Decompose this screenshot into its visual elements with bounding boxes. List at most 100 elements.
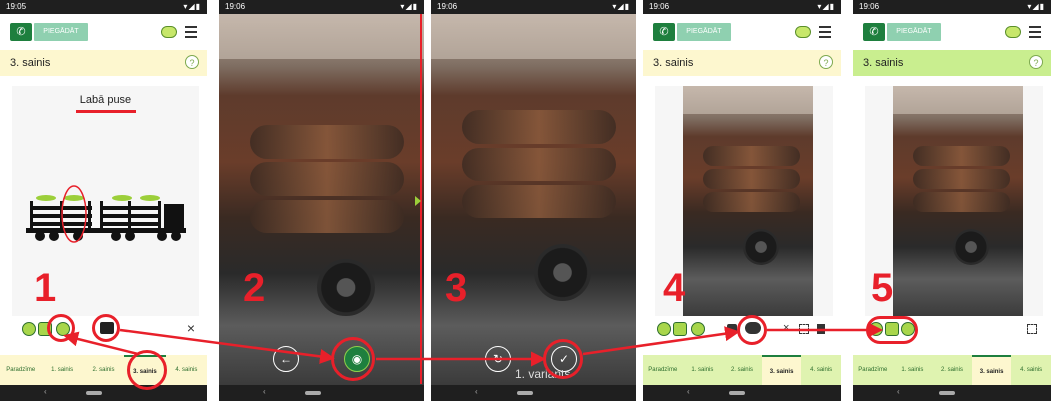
status-time: 19:06 <box>437 2 458 11</box>
app-bar: ✆ PIEGĀDĀT <box>643 14 841 50</box>
tab-sainis-2[interactable]: 2. sainis <box>722 355 762 385</box>
captured-photo <box>893 86 1023 316</box>
front-view-icon[interactable] <box>22 322 36 336</box>
signal-icon: ▾◢▮ <box>400 2 418 11</box>
page-title: 3. sainis <box>863 57 904 69</box>
highlight-rear-view <box>47 314 75 342</box>
frame-edge-indicator <box>415 196 421 206</box>
signal-icon: ▾◢▮ <box>612 2 630 11</box>
nav-bar: ‹ <box>643 385 841 401</box>
refresh-icon: ↻ <box>492 352 504 366</box>
tab-sainis-1[interactable]: 1. sainis <box>41 355 82 385</box>
deliver-button[interactable]: PIEGĀDĀT <box>677 23 731 41</box>
camera-icon[interactable] <box>727 324 737 333</box>
expand-icon[interactable] <box>1027 324 1037 334</box>
step-number: 1 <box>34 266 57 310</box>
captured-photo <box>683 86 813 316</box>
cloud-icon[interactable] <box>1005 26 1021 38</box>
nav-home-icon[interactable] <box>939 391 955 395</box>
menu-icon[interactable] <box>185 26 197 38</box>
phone-call-button[interactable]: ✆ <box>10 23 32 41</box>
tab-sainis-4[interactable]: 4. sainis <box>801 355 841 385</box>
retake-button[interactable]: ↻ <box>485 346 511 372</box>
app-bar: ✆ PIEGĀDĀT <box>0 14 207 50</box>
nav-bar: ‹ <box>431 385 636 401</box>
phone-call-button[interactable]: ✆ <box>653 23 675 41</box>
nav-bar: ‹ <box>853 385 1051 401</box>
phone-icon: ✆ <box>869 26 879 38</box>
page-title-bar: 3. sainis? <box>853 50 1051 76</box>
highlight-shutter <box>331 337 375 381</box>
phone-call-button[interactable]: ✆ <box>863 23 885 41</box>
menu-icon[interactable] <box>1029 26 1041 38</box>
page-title-bar: 3. sainis? <box>0 50 207 76</box>
close-icon[interactable]: × <box>783 322 789 334</box>
nav-home-icon[interactable] <box>86 391 102 395</box>
close-icon[interactable]: × <box>187 320 195 336</box>
menu-icon[interactable] <box>819 26 831 38</box>
highlight-camera <box>92 314 120 342</box>
tab-bar: Paradzīme 1. sainis 2. sainis 3. sainis … <box>0 355 207 385</box>
cloud-icon[interactable] <box>795 26 811 38</box>
camera-preview <box>219 14 424 385</box>
tab-sainis-4[interactable]: 4. sainis <box>166 355 207 385</box>
tab-sainis-1[interactable]: 1. sainis <box>683 355 723 385</box>
screen-step-2: 19:06 ▾◢▮ 2 ← ◉ ‹ <box>219 0 424 401</box>
deliver-button[interactable]: PIEGĀDĀT <box>887 23 941 41</box>
status-time: 19:06 <box>859 2 880 11</box>
nav-home-icon[interactable] <box>517 391 533 395</box>
phone-icon: ✆ <box>16 26 26 38</box>
tab-sainis-3[interactable]: 3. sainis <box>971 355 1012 385</box>
tab-sainis-4[interactable]: 4. sainis <box>1011 355 1051 385</box>
nav-home-icon[interactable] <box>305 391 321 395</box>
help-icon[interactable]: ? <box>1029 55 1043 69</box>
status-time: 19:06 <box>649 2 670 11</box>
side-view-icon[interactable] <box>673 322 687 336</box>
help-icon[interactable]: ? <box>819 55 833 69</box>
photo-preview <box>431 14 636 385</box>
tab-bar: Paradzīme 1. sainis 2. sainis 3. sainis … <box>643 355 841 385</box>
page-title-bar: 3. sainis? <box>643 50 841 76</box>
nav-back-icon[interactable]: ‹ <box>263 387 266 396</box>
step-number: 5 <box>871 266 894 310</box>
app-bar: ✆ PIEGĀDĀT <box>853 14 1051 50</box>
step-number: 2 <box>243 266 266 310</box>
back-arrow-icon: ← <box>280 352 292 366</box>
nav-back-icon[interactable]: ‹ <box>897 387 900 396</box>
rear-view-icon[interactable] <box>691 322 705 336</box>
tab-sainis-1[interactable]: 1. sainis <box>893 355 933 385</box>
status-time: 19:05 <box>6 2 27 11</box>
tab-sainis-2[interactable]: 2. sainis <box>932 355 972 385</box>
tab-paradzime[interactable]: Paradzīme <box>643 355 683 385</box>
signal-icon: ▾◢▮ <box>183 2 201 11</box>
tab-paradzime[interactable]: Paradzīme <box>853 355 893 385</box>
highlight-accept <box>543 339 583 379</box>
highlight-tab-3 <box>127 350 167 390</box>
tab-bar: Paradzīme 1. sainis 2. sainis 3. sainis … <box>853 355 1051 385</box>
expand-icon[interactable] <box>799 324 809 334</box>
back-arrow-button[interactable]: ← <box>273 346 299 372</box>
tab-sainis-3[interactable]: 3. sainis <box>761 355 802 385</box>
nav-home-icon[interactable] <box>729 391 745 395</box>
step-number: 3 <box>445 266 468 310</box>
nav-back-icon[interactable]: ‹ <box>44 387 47 396</box>
step-number: 4 <box>663 266 686 310</box>
highlight-upload <box>737 315 767 345</box>
delete-icon[interactable] <box>817 324 825 334</box>
tab-paradzime[interactable]: Paradzīme <box>0 355 41 385</box>
status-bar: 19:06 ▾◢▮ <box>219 0 424 14</box>
signal-icon: ▾◢▮ <box>1027 2 1045 11</box>
tab-sainis-2[interactable]: 2. sainis <box>83 355 124 385</box>
nav-back-icon[interactable]: ‹ <box>687 387 690 396</box>
help-icon[interactable]: ? <box>185 55 199 69</box>
cloud-icon[interactable] <box>161 26 177 38</box>
nav-back-icon[interactable]: ‹ <box>475 387 478 396</box>
nav-bar: ‹ <box>219 385 424 401</box>
highlight-view-icons <box>866 316 918 344</box>
front-view-icon[interactable] <box>657 322 671 336</box>
deliver-button[interactable]: PIEGĀDĀT <box>34 23 88 41</box>
status-bar: 19:06 ▾◢▮ <box>853 0 1051 14</box>
nav-bar: ‹ <box>0 385 207 401</box>
status-bar: 19:05 ▾◢▮ <box>0 0 207 14</box>
status-time: 19:06 <box>225 2 246 11</box>
